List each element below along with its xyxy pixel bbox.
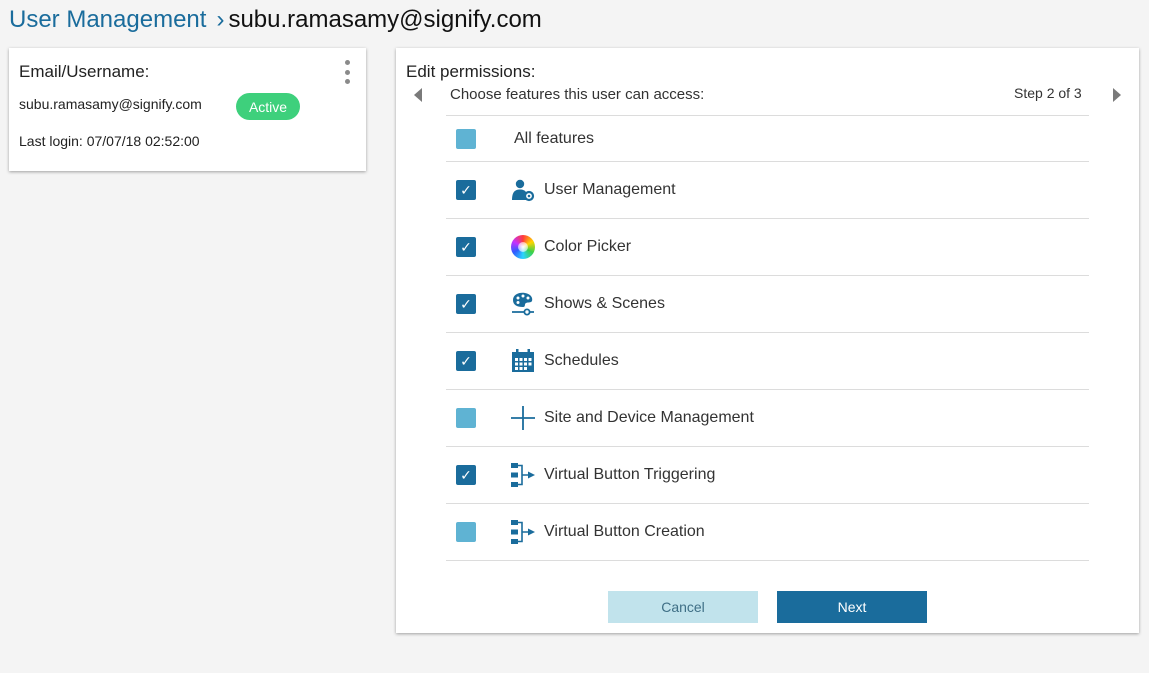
user-management-checkbox[interactable]: ✓ (456, 180, 476, 200)
flow-icon (510, 462, 536, 488)
breadcrumb-separator: › (216, 6, 225, 33)
breadcrumb-user-management-link[interactable]: User Management (9, 6, 206, 34)
feature-label: All features (514, 129, 595, 147)
user-gear-icon (510, 177, 536, 203)
last-login: Last login: 07/07/18 02:52:00 (19, 133, 200, 149)
flow-icon (510, 519, 536, 545)
shows-scenes-checkbox[interactable]: ✓ (456, 294, 476, 314)
feature-row-user-management: ✓ User Management (446, 162, 1089, 219)
feature-row-vb-triggering: ✓ Virtual Button Triggering (446, 447, 1089, 504)
email-username-label: Email/Username: (19, 62, 150, 81)
feature-list: All features ✓ User Management ✓ Color P… (446, 115, 1089, 561)
next-step-icon[interactable] (1113, 88, 1121, 102)
feature-label: Virtual Button Triggering (544, 466, 716, 483)
feature-row-shows-scenes: ✓ Shows & Scenes (446, 276, 1089, 333)
user-email: subu.ramasamy@signify.com (19, 96, 202, 112)
feature-label: Virtual Button Creation (544, 523, 705, 540)
feature-label: Site and Device Management (544, 409, 754, 426)
status-badge: Active (236, 93, 300, 120)
palette-icon (510, 291, 536, 317)
schedules-checkbox[interactable]: ✓ (456, 351, 476, 371)
user-info-card: Email/Username: subu.ramasamy@signify.co… (9, 48, 366, 171)
more-options-icon[interactable] (342, 60, 352, 84)
crosshair-icon (510, 405, 536, 431)
feature-label: Shows & Scenes (544, 295, 665, 312)
feature-row-all: All features (446, 115, 1089, 162)
all-features-checkbox[interactable] (456, 128, 476, 149)
feature-row-site-device: Site and Device Management (446, 390, 1089, 447)
calendar-icon (510, 348, 536, 374)
feature-row-color-picker: ✓ Color Picker (446, 219, 1089, 276)
vb-creation-checkbox[interactable] (456, 522, 476, 542)
feature-label: Schedules (544, 352, 619, 369)
vb-triggering-checkbox[interactable]: ✓ (456, 465, 476, 485)
color-picker-checkbox[interactable]: ✓ (456, 237, 476, 257)
feature-label: User Management (544, 181, 676, 198)
next-button[interactable]: Next (777, 591, 927, 623)
feature-row-schedules: ✓ Schedules (446, 333, 1089, 390)
site-device-checkbox[interactable] (456, 408, 476, 428)
previous-step-icon[interactable] (414, 88, 422, 102)
cancel-button[interactable]: Cancel (608, 591, 758, 623)
page-title: subu.ramasamy@signify.com (228, 6, 542, 33)
breadcrumb: User Management › subu.ramasamy@signify.… (9, 6, 542, 34)
feature-label: Color Picker (544, 238, 632, 255)
permissions-subtitle: Choose features this user can access: (450, 86, 705, 103)
edit-permissions-card: Edit permissions: Choose features this u… (396, 48, 1139, 633)
feature-row-vb-creation: Virtual Button Creation (446, 504, 1089, 561)
color-wheel-icon (510, 234, 536, 260)
step-indicator: Step 2 of 3 (1014, 85, 1082, 101)
edit-permissions-title: Edit permissions: (406, 62, 536, 81)
